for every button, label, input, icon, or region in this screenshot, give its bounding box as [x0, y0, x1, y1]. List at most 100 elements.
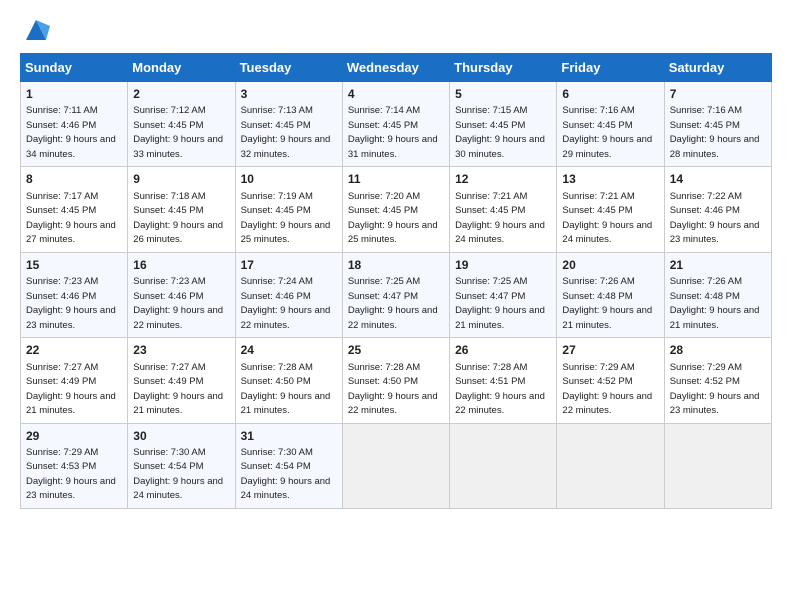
day-detail: Sunrise: 7:16 AMSunset: 4:45 PMDaylight:… — [562, 105, 652, 160]
day-detail: Sunrise: 7:27 AMSunset: 4:49 PMDaylight:… — [133, 362, 223, 417]
calendar-cell: 18 Sunrise: 7:25 AMSunset: 4:47 PMDayligh… — [342, 252, 449, 337]
calendar-cell: 9Sunrise: 7:18 AMSunset: 4:45 PMDaylight… — [128, 167, 235, 252]
day-detail: Sunrise: 7:28 AMSunset: 4:51 PMDaylight:… — [455, 362, 545, 417]
day-detail: Sunrise: 7:16 AMSunset: 4:45 PMDaylight:… — [670, 105, 760, 160]
calendar-cell: 5Sunrise: 7:15 AMSunset: 4:45 PMDaylight… — [450, 82, 557, 167]
day-number: 1 — [26, 86, 122, 103]
day-number: 17 — [241, 257, 337, 274]
day-number: 21 — [670, 257, 766, 274]
day-number: 11 — [348, 171, 444, 188]
column-header-wednesday: Wednesday — [342, 54, 449, 82]
logo-icon — [22, 16, 50, 44]
day-number: 6 — [562, 86, 658, 103]
day-detail: Sunrise: 7:21 AMSunset: 4:45 PMDaylight:… — [562, 191, 652, 246]
column-header-tuesday: Tuesday — [235, 54, 342, 82]
calendar-cell: 20 Sunrise: 7:26 AMSunset: 4:48 PMDayligh… — [557, 252, 664, 337]
column-header-sunday: Sunday — [21, 54, 128, 82]
day-detail: Sunrise: 7:28 AMSunset: 4:50 PMDaylight:… — [241, 362, 331, 417]
page: SundayMondayTuesdayWednesdayThursdayFrid… — [0, 0, 792, 519]
day-number: 14 — [670, 171, 766, 188]
day-number: 26 — [455, 342, 551, 359]
day-detail: Sunrise: 7:26 AMSunset: 4:48 PMDaylight:… — [670, 276, 760, 331]
calendar-table: SundayMondayTuesdayWednesdayThursdayFrid… — [20, 53, 772, 509]
day-number: 12 — [455, 171, 551, 188]
calendar-cell — [450, 423, 557, 508]
day-number: 20 — [562, 257, 658, 274]
day-number: 22 — [26, 342, 122, 359]
day-detail: Sunrise: 7:29 AMSunset: 4:53 PMDaylight:… — [26, 447, 116, 502]
calendar-cell: 25 Sunrise: 7:28 AMSunset: 4:50 PMDayligh… — [342, 338, 449, 423]
calendar-cell: 29 Sunrise: 7:29 AMSunset: 4:53 PMDayligh… — [21, 423, 128, 508]
day-detail: Sunrise: 7:12 AMSunset: 4:45 PMDaylight:… — [133, 105, 223, 160]
day-number: 23 — [133, 342, 229, 359]
day-number: 4 — [348, 86, 444, 103]
calendar-cell: 23 Sunrise: 7:27 AMSunset: 4:49 PMDayligh… — [128, 338, 235, 423]
day-number: 16 — [133, 257, 229, 274]
calendar-cell: 4 Sunrise: 7:14 AMSunset: 4:45 PMDaylight… — [342, 82, 449, 167]
day-detail: Sunrise: 7:23 AMSunset: 4:46 PMDaylight:… — [133, 276, 223, 331]
calendar-cell: 13 Sunrise: 7:21 AMSunset: 4:45 PMDayligh… — [557, 167, 664, 252]
day-detail: Sunrise: 7:20 AMSunset: 4:45 PMDaylight:… — [348, 191, 438, 246]
day-detail: Sunrise: 7:27 AMSunset: 4:49 PMDaylight:… — [26, 362, 116, 417]
calendar-cell: 24 Sunrise: 7:28 AMSunset: 4:50 PMDayligh… — [235, 338, 342, 423]
day-number: 15 — [26, 257, 122, 274]
day-detail: Sunrise: 7:26 AMSunset: 4:48 PMDaylight:… — [562, 276, 652, 331]
column-header-monday: Monday — [128, 54, 235, 82]
calendar-cell — [557, 423, 664, 508]
day-detail: Sunrise: 7:21 AMSunset: 4:45 PMDaylight:… — [455, 191, 545, 246]
logo — [20, 16, 50, 49]
calendar-cell: 12 Sunrise: 7:21 AMSunset: 4:45 PMDayligh… — [450, 167, 557, 252]
day-number: 2 — [133, 86, 229, 103]
calendar-cell: 1 Sunrise: 7:11 AMSunset: 4:46 PMDaylight… — [21, 82, 128, 167]
calendar-cell: 26 Sunrise: 7:28 AMSunset: 4:51 PMDayligh… — [450, 338, 557, 423]
day-number: 10 — [241, 171, 337, 188]
calendar-week-4: 22 Sunrise: 7:27 AMSunset: 4:49 PMDayligh… — [21, 338, 772, 423]
day-detail: Sunrise: 7:25 AMSunset: 4:47 PMDaylight:… — [455, 276, 545, 331]
day-number: 7 — [670, 86, 766, 103]
calendar-cell: 2 Sunrise: 7:12 AMSunset: 4:45 PMDaylight… — [128, 82, 235, 167]
day-number: 19 — [455, 257, 551, 274]
calendar-cell: 17Sunrise: 7:24 AMSunset: 4:46 PMDayligh… — [235, 252, 342, 337]
calendar-cell: 27 Sunrise: 7:29 AMSunset: 4:52 PMDayligh… — [557, 338, 664, 423]
day-number: 3 — [241, 86, 337, 103]
calendar-cell: 31Sunrise: 7:30 AMSunset: 4:54 PMDayligh… — [235, 423, 342, 508]
calendar-cell — [664, 423, 771, 508]
day-detail: Sunrise: 7:22 AMSunset: 4:46 PMDaylight:… — [670, 191, 760, 246]
day-detail: Sunrise: 7:25 AMSunset: 4:47 PMDaylight:… — [348, 276, 438, 331]
calendar-cell: 11 Sunrise: 7:20 AMSunset: 4:45 PMDayligh… — [342, 167, 449, 252]
calendar-cell: 14 Sunrise: 7:22 AMSunset: 4:46 PMDayligh… — [664, 167, 771, 252]
column-header-saturday: Saturday — [664, 54, 771, 82]
day-number: 5 — [455, 86, 551, 103]
day-detail: Sunrise: 7:23 AMSunset: 4:46 PMDaylight:… — [26, 276, 116, 331]
calendar-cell: 30Sunrise: 7:30 AMSunset: 4:54 PMDayligh… — [128, 423, 235, 508]
day-number: 30 — [133, 428, 229, 445]
calendar-week-1: 1 Sunrise: 7:11 AMSunset: 4:46 PMDaylight… — [21, 82, 772, 167]
calendar-cell: 15 Sunrise: 7:23 AMSunset: 4:46 PMDayligh… — [21, 252, 128, 337]
day-detail: Sunrise: 7:18 AMSunset: 4:45 PMDaylight:… — [133, 191, 223, 246]
day-detail: Sunrise: 7:29 AMSunset: 4:52 PMDaylight:… — [562, 362, 652, 417]
calendar-cell — [342, 423, 449, 508]
day-number: 29 — [26, 428, 122, 445]
calendar-week-5: 29 Sunrise: 7:29 AMSunset: 4:53 PMDayligh… — [21, 423, 772, 508]
calendar-cell: 6 Sunrise: 7:16 AMSunset: 4:45 PMDaylight… — [557, 82, 664, 167]
day-detail: Sunrise: 7:17 AMSunset: 4:45 PMDaylight:… — [26, 191, 116, 246]
day-detail: Sunrise: 7:14 AMSunset: 4:45 PMDaylight:… — [348, 105, 438, 160]
calendar-cell: 19 Sunrise: 7:25 AMSunset: 4:47 PMDayligh… — [450, 252, 557, 337]
day-number: 24 — [241, 342, 337, 359]
calendar-cell: 3Sunrise: 7:13 AMSunset: 4:45 PMDaylight… — [235, 82, 342, 167]
day-detail: Sunrise: 7:28 AMSunset: 4:50 PMDaylight:… — [348, 362, 438, 417]
column-header-thursday: Thursday — [450, 54, 557, 82]
calendar-cell: 7 Sunrise: 7:16 AMSunset: 4:45 PMDaylight… — [664, 82, 771, 167]
calendar-cell: 16 Sunrise: 7:23 AMSunset: 4:46 PMDayligh… — [128, 252, 235, 337]
day-number: 28 — [670, 342, 766, 359]
column-header-friday: Friday — [557, 54, 664, 82]
day-number: 13 — [562, 171, 658, 188]
day-number: 18 — [348, 257, 444, 274]
day-detail: Sunrise: 7:11 AMSunset: 4:46 PMDaylight:… — [26, 105, 116, 160]
calendar-week-2: 8Sunrise: 7:17 AMSunset: 4:45 PMDaylight… — [21, 167, 772, 252]
day-number: 27 — [562, 342, 658, 359]
calendar-cell: 28Sunrise: 7:29 AMSunset: 4:52 PMDayligh… — [664, 338, 771, 423]
calendar-cell: 21 Sunrise: 7:26 AMSunset: 4:48 PMDayligh… — [664, 252, 771, 337]
day-detail: Sunrise: 7:30 AMSunset: 4:54 PMDaylight:… — [241, 447, 331, 502]
day-number: 25 — [348, 342, 444, 359]
